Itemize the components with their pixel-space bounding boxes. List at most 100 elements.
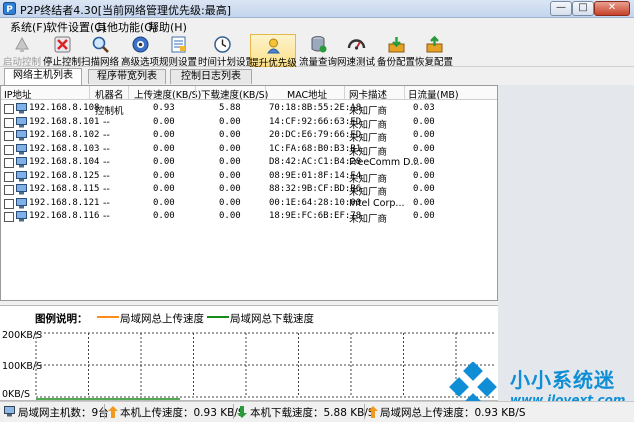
- tab-control-log[interactable]: 控制日志列表: [170, 69, 252, 84]
- start-control-icon: [15, 36, 29, 52]
- cell-download: 0.00: [219, 170, 241, 181]
- row-checkbox[interactable]: [4, 171, 14, 182]
- backup-config-icon: [388, 37, 405, 53]
- cell-upload: 0.00: [153, 157, 175, 167]
- cell-nic: Intel Corp...: [349, 197, 405, 209]
- legend-title: 图例说明：: [35, 313, 88, 325]
- menu-help[interactable]: 帮助(H): [148, 19, 187, 35]
- col-ip[interactable]: IP地址: [4, 87, 32, 101]
- rule-settings-button[interactable]: 规则设置: [158, 34, 198, 68]
- computer-icon: [16, 143, 27, 154]
- cell-daily-traffic: 0.03: [413, 103, 435, 113]
- cell-upload: 0.00: [153, 184, 175, 194]
- status-bar: 局域网主机数：9台 本机上传速度：0.93 KB/S 本机下载速度：5.88 K…: [0, 401, 634, 421]
- speed-test-button[interactable]: 网速测试: [336, 34, 376, 68]
- cell-mac: 20:DC:E6:79:66:FD: [269, 130, 362, 140]
- cell-mac: 14:CF:92:66:63:FD: [269, 116, 362, 127]
- cell-daily-traffic: 0.00: [413, 157, 435, 167]
- cell-ip: 192.168.8.108: [29, 103, 100, 113]
- traffic-query-icon: [311, 36, 327, 53]
- rule-settings-label: 规则设置: [158, 57, 197, 68]
- legend-download-swatch: [207, 316, 229, 318]
- restore-config-button[interactable]: 恢复配置: [414, 34, 454, 68]
- col-nic[interactable]: 网卡描述: [349, 87, 387, 101]
- tab-host-list[interactable]: 网络主机列表: [4, 68, 82, 85]
- toolbar: 启动控制 停止控制 扫描网络 高级选项 规则设置 时间计划设置 提升优先级 流量…: [0, 34, 634, 69]
- cell-ip: 192.168.8.125: [29, 170, 100, 181]
- time-plan-button[interactable]: 时间计划设置: [198, 34, 255, 68]
- legend-upload-swatch: [97, 316, 119, 318]
- row-checkbox[interactable]: [4, 104, 14, 114]
- title-bar: P P2P终结者4.30[当前网络管理优先级:最高] — □ ✕: [0, 0, 634, 18]
- col-daily-traffic[interactable]: 日流量(MB): [408, 87, 459, 101]
- cell-daily-traffic: 0.00: [413, 197, 435, 208]
- status-local-download: 本机下载速度：5.88 KB/S: [250, 407, 375, 419]
- row-checkbox[interactable]: [4, 158, 14, 168]
- tab-bar: 网络主机列表 程序带宽列表 控制日志列表: [0, 68, 634, 85]
- computer-icon: [16, 116, 27, 127]
- app-icon: P: [3, 2, 16, 15]
- table-row[interactable]: 192.168.8.102 -- 0.00 0.00 20:DC:E6:79:66:FD…: [1, 129, 497, 144]
- cell-hostname: --: [103, 184, 110, 195]
- table-row[interactable]: 192.168.8.121 -- 0.00 0.00 00:1E:64:28:10:00…: [1, 197, 497, 210]
- menu-system[interactable]: 系统(F): [10, 19, 47, 35]
- col-upload[interactable]: 上传速度(KB/S): [134, 87, 201, 101]
- cell-download: 0.00: [219, 184, 241, 194]
- table-row[interactable]: 192.168.8.103 -- 0.00 0.00 1C:FA:68:B0:B3:B1…: [1, 143, 497, 158]
- cell-download: 0.00: [219, 197, 241, 208]
- speed-chart: 200KB/S 100KB/S 0KB/S: [0, 325, 498, 401]
- advanced-options-icon: [132, 36, 149, 53]
- cell-download: 0.00: [219, 157, 241, 167]
- start-control-button[interactable]: 启动控制: [2, 34, 42, 68]
- table-row[interactable]: 192.168.8.101 -- 0.00 0.00 14:CF:92:66:63:FD…: [1, 116, 497, 131]
- download-arrow-icon: [237, 406, 247, 418]
- upload-arrow-icon: [108, 406, 118, 418]
- table-row[interactable]: 192.168.8.125 -- 0.00 0.00 08:9E:01:8F:14:F4…: [1, 170, 497, 185]
- restore-config-label: 恢复配置: [414, 57, 453, 68]
- host-table: IP地址 机器名 上传速度(KB/S) 下载速度(KB/S) MAC地址 网卡描…: [0, 85, 498, 301]
- cell-mac: 00:1E:64:28:10:00: [269, 197, 362, 208]
- cell-hostname: --: [103, 143, 110, 155]
- close-button[interactable]: ✕: [594, 1, 630, 16]
- tab-program-bandwidth[interactable]: 程序带宽列表: [88, 69, 166, 84]
- cell-hostname: --: [103, 116, 110, 128]
- scan-network-button[interactable]: 扫描网络: [80, 34, 120, 68]
- host-count-icon: [4, 406, 15, 417]
- computer-icon: [16, 197, 27, 208]
- legend-upload-label: 局域网总上传速度: [120, 313, 204, 325]
- row-checkbox[interactable]: [4, 131, 14, 141]
- maximize-button[interactable]: □: [572, 1, 594, 16]
- time-plan-icon: [214, 36, 231, 53]
- row-checkbox[interactable]: [4, 212, 14, 222]
- cell-daily-traffic: 0.00: [413, 130, 435, 140]
- speed-test-icon: [347, 39, 366, 50]
- row-checkbox[interactable]: [4, 117, 14, 128]
- table-row[interactable]: 192.168.8.116 -- 0.00 0.00 18:9E:FC:6B:EF:78…: [1, 210, 497, 225]
- raise-priority-label: 提升优先级: [249, 58, 297, 69]
- cell-daily-traffic: 0.00: [413, 211, 435, 221]
- raise-priority-button[interactable]: 提升优先级: [249, 34, 297, 69]
- row-checkbox[interactable]: [4, 144, 14, 155]
- cell-ip: 192.168.8.116: [29, 211, 100, 221]
- table-row[interactable]: 192.168.8.104 -- 0.00 0.00 D8:42:AC:C1:B4:28…: [1, 156, 497, 169]
- cell-hostname: --: [103, 157, 110, 168]
- col-download[interactable]: 下载速度(KB/S): [201, 87, 268, 101]
- row-checkbox[interactable]: [4, 185, 14, 195]
- table-row[interactable]: 192.168.8.115 -- 0.00 0.00 88:32:9B:CF:BD:B6…: [1, 183, 497, 198]
- y-label-200: 200KB/S: [2, 330, 42, 341]
- cell-mac: 88:32:9B:CF:BD:B6: [269, 184, 362, 194]
- status-host-count: 局域网主机数：9台: [18, 407, 109, 419]
- cell-daily-traffic: 0.00: [413, 170, 435, 181]
- cell-mac: 18:9E:FC:6B:EF:78: [269, 211, 362, 221]
- cell-daily-traffic: 0.00: [413, 143, 435, 154]
- cell-ip: 192.168.8.102: [29, 130, 100, 140]
- chart-legend: 图例说明： 局域网总上传速度 局域网总下载速度: [0, 305, 498, 325]
- cell-upload: 0.00: [153, 143, 175, 154]
- chart-grid: [35, 332, 494, 398]
- minimize-button[interactable]: —: [550, 1, 572, 16]
- col-hostname[interactable]: 机器名: [95, 87, 124, 101]
- table-row[interactable]: 192.168.8.108 控制机 0.93 5.88 70:18:8B:55:2E:A…: [1, 102, 497, 117]
- col-mac[interactable]: MAC地址: [287, 87, 327, 101]
- row-checkbox[interactable]: [4, 198, 14, 209]
- cell-daily-traffic: 0.00: [413, 184, 435, 194]
